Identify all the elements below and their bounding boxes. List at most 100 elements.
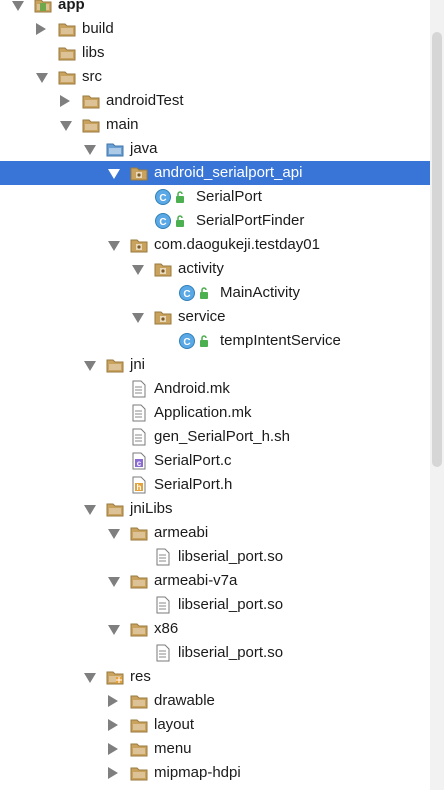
text-file-icon [154,596,172,614]
tree-item-label: SerialPortFinder [196,212,305,229]
tree-item-mainactivity[interactable]: C MainActivity [0,281,430,305]
tree-item-jnilibs[interactable]: jniLibs [0,497,430,521]
tree-item-label: androidTest [106,92,184,109]
tree-item-label: libs [82,44,105,61]
tree-item-label: app [58,0,85,13]
chevron-down-icon[interactable] [108,169,120,179]
folder-icon [58,68,76,86]
tree-item-label: SerialPort [196,188,262,205]
text-file-icon [130,428,148,446]
tree-item-libserial-port-so[interactable]: libserial_port.so [0,593,430,617]
scrollbar-thumb[interactable] [432,32,442,467]
chevron-down-icon[interactable] [84,145,96,155]
tree-item-java[interactable]: java [0,137,430,161]
svg-text:C: C [183,289,190,300]
chevron-down-icon[interactable] [108,241,120,251]
text-file-icon [154,644,172,662]
tree-item-armeabi-v7a[interactable]: armeabi-v7a [0,569,430,593]
chevron-right-icon[interactable] [108,719,118,731]
tree-item-label: SerialPort.h [154,476,233,493]
tree-item-label: x86 [154,620,179,637]
chevron-down-icon[interactable] [36,73,48,83]
h-file-icon: h [130,476,148,494]
chevron-down-icon[interactable] [108,529,120,539]
tree-item-activity[interactable]: activity [0,257,430,281]
tree-item-label: com.daogukeji.testday01 [154,236,320,253]
folder-icon [58,44,76,62]
chevron-right-icon[interactable] [108,767,118,779]
tree-item-label: mipmap-hdpi [154,764,241,781]
tree-item-res[interactable]: res [0,665,430,689]
tree-item-mipmap-hdpi[interactable]: mipmap-hdpi [0,761,430,785]
tree-item-label: main [106,116,139,133]
tree-item-app[interactable]: app [0,0,430,17]
chevron-right-icon[interactable] [60,95,70,107]
chevron-down-icon[interactable] [132,313,144,323]
tree-item-android-mk[interactable]: Android.mk [0,377,430,401]
tree-item-menu[interactable]: menu [0,737,430,761]
tree-item-label: service [178,308,226,325]
tree-item-application-mk[interactable]: Application.mk [0,401,430,425]
module-icon [34,0,52,14]
tree-item-label: src [82,68,102,85]
vertical-scrollbar[interactable] [430,0,444,790]
tree-item-label: android_serialport_api [154,164,303,181]
tree-item-serialport-c[interactable]: c SerialPort.c [0,449,430,473]
chevron-down-icon[interactable] [108,577,120,587]
tree-item-gen-serialport-h-sh[interactable]: gen_SerialPort_h.sh [0,425,430,449]
project-tree: app build libs src androidTest main java androi… [0,0,444,790]
tree-item-label: activity [178,260,224,277]
chevron-right-icon[interactable] [108,695,118,707]
folder-icon [130,692,148,710]
tree-item-androidtest[interactable]: androidTest [0,89,430,113]
chevron-down-icon[interactable] [84,361,96,371]
svg-text:h: h [137,483,142,492]
chevron-down-icon[interactable] [12,1,24,11]
tree-item-x86[interactable]: x86 [0,617,430,641]
tree-item-serialportfinder[interactable]: C SerialPortFinder [0,209,430,233]
tree-item-label: jniLibs [130,500,173,517]
text-file-icon [154,548,172,566]
chevron-down-icon[interactable] [132,265,144,275]
tree-item-main[interactable]: main [0,113,430,137]
tree-item-libserial-port-so[interactable]: libserial_port.so [0,545,430,569]
chevron-down-icon[interactable] [60,121,72,131]
tree-item-com-daogukeji-testday01[interactable]: com.daogukeji.testday01 [0,233,430,257]
java-class-icon: C [154,212,194,230]
tree-item-drawable[interactable]: drawable [0,689,430,713]
tree-item-label: MainActivity [220,284,301,301]
folder-icon [106,356,124,374]
package-icon [154,260,172,278]
svg-text:C: C [183,337,190,348]
svg-text:C: C [159,217,166,228]
tree-item-layout[interactable]: layout [0,713,430,737]
tree-item-label: java [130,140,158,157]
tree-item-android-serialport-api[interactable]: android_serialport_api [0,161,430,185]
tree-item-label: tempIntentService [220,332,341,349]
tree-item-libserial-port-so[interactable]: libserial_port.so [0,641,430,665]
chevron-right-icon[interactable] [36,23,46,35]
chevron-down-icon[interactable] [84,673,96,683]
chevron-down-icon[interactable] [84,505,96,515]
tree-item-label: menu [154,740,192,757]
tree-item-label: libserial_port.so [178,596,284,613]
folder-icon [82,92,100,110]
tree-item-src[interactable]: src [0,65,430,89]
tree-item-libs[interactable]: libs [0,41,430,65]
tree-item-label: layout [154,716,195,733]
tree-item-label: SerialPort.c [154,452,232,469]
tree-item-label: jni [130,356,146,373]
tree-item-jni[interactable]: jni [0,353,430,377]
folder-icon [130,716,148,734]
tree-item-service[interactable]: service [0,305,430,329]
tree-item-tempintentservice[interactable]: CtempIntentService [0,329,430,353]
tree-item-serialport[interactable]: C SerialPort [0,185,430,209]
tree-item-serialport-h[interactable]: h SerialPort.h [0,473,430,497]
tree-item-build[interactable]: build [0,17,430,41]
package-icon [130,164,148,182]
tree-item-armeabi[interactable]: armeabi [0,521,430,545]
chevron-right-icon[interactable] [108,743,118,755]
svg-text:C: C [159,193,166,204]
svg-text:c: c [137,459,142,468]
chevron-down-icon[interactable] [108,625,120,635]
